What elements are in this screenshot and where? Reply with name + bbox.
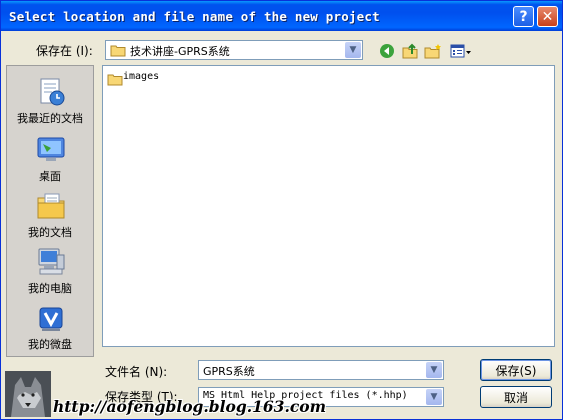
new-folder-icon[interactable] — [424, 42, 442, 60]
place-label: 我的微盘 — [28, 338, 72, 351]
chevron-down-icon[interactable]: ▼ — [426, 389, 442, 405]
save-dialog: Select location and file name of the new… — [0, 0, 563, 420]
folder-icon — [110, 43, 126, 57]
location-label: 保存在 (I): — [36, 44, 93, 58]
view-menu-icon[interactable] — [449, 42, 473, 60]
place-label: 桌面 — [39, 170, 61, 183]
place-desktop[interactable]: 桌面 — [7, 130, 93, 186]
help-button[interactable]: ? — [513, 6, 534, 27]
file-name: images — [123, 71, 160, 82]
close-button[interactable]: ✕ — [537, 6, 558, 27]
back-icon[interactable] — [378, 42, 396, 60]
location-value: 技术讲座-GPRS系统 — [130, 45, 230, 58]
place-my-documents[interactable]: 我的文档 — [7, 186, 93, 242]
place-label: 我最近的文档 — [17, 112, 83, 125]
help-icon: ? — [519, 8, 528, 25]
window-title: Select location and file name of the new… — [9, 9, 380, 24]
my-computer-icon — [35, 246, 67, 278]
place-label: 我的文档 — [28, 226, 72, 239]
file-list[interactable]: images — [102, 65, 555, 347]
place-my-computer[interactable]: 我的电脑 — [7, 242, 93, 298]
up-folder-icon[interactable] — [401, 42, 419, 60]
watermark-url: http://aofengblog.blog.163.com — [53, 397, 327, 416]
places-bar: 我最近的文档 桌面 我的文档 我的电脑 我的微盘 — [6, 65, 94, 357]
wolf-avatar — [5, 371, 51, 417]
filename-field[interactable]: GPRS系统 ▼ — [198, 360, 444, 380]
filename-value: GPRS系统 — [203, 365, 255, 378]
my-network-places-icon — [35, 302, 67, 334]
close-icon: ✕ — [541, 8, 554, 25]
recent-documents-icon — [35, 76, 67, 108]
desktop-icon — [35, 134, 67, 166]
folder-icon — [107, 71, 123, 86]
save-button[interactable]: 保存(S) — [480, 359, 552, 381]
filename-label: 文件名 (N): — [105, 365, 168, 379]
place-recent[interactable]: 我最近的文档 — [7, 72, 93, 128]
location-combo[interactable]: 技术讲座-GPRS系统 ▼ — [105, 40, 363, 60]
cancel-button[interactable]: 取消 — [480, 386, 552, 408]
my-documents-icon — [35, 190, 67, 222]
place-label: 我的电脑 — [28, 282, 72, 295]
chevron-down-icon[interactable]: ▼ — [345, 42, 361, 58]
chevron-down-icon[interactable]: ▼ — [426, 362, 442, 378]
title-bar: Select location and file name of the new… — [1, 1, 562, 31]
place-my-network[interactable]: 我的微盘 — [7, 298, 93, 354]
